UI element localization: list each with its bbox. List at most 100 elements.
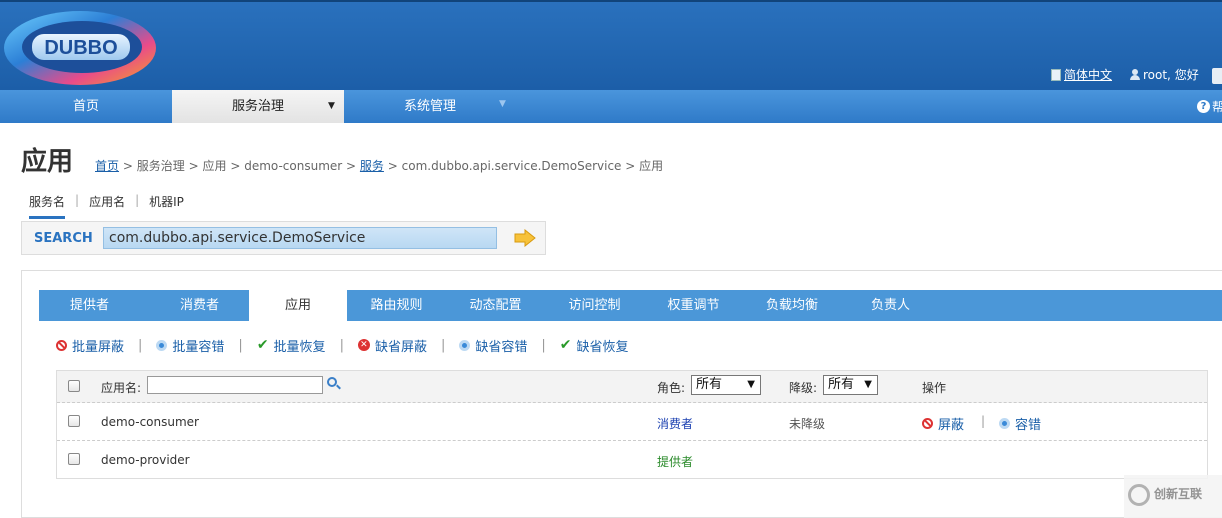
tab-routing-rules[interactable]: 路由规则	[347, 290, 446, 321]
action-label: 缺省容错	[475, 339, 528, 355]
breadcrumb-item: 应用	[639, 159, 664, 173]
service-tabs: 提供者 消费者 应用 路由规则 动态配置 访问控制 权重调节 负载均衡 负责人	[39, 290, 1222, 321]
nav-item-label: 服务治理	[231, 99, 284, 114]
tab-applications[interactable]: 应用	[249, 290, 347, 321]
caret-down-icon: ▼	[864, 379, 872, 390]
search-icon[interactable]	[327, 377, 337, 387]
select-all-checkbox[interactable]	[68, 380, 80, 392]
degrade-filter-value: 所有	[828, 377, 855, 392]
logout-icon[interactable]	[1212, 68, 1222, 84]
batch-shield-action[interactable]: 批量屏蔽	[56, 336, 124, 355]
search-type-tabs: 服务名 | 应用名 | 机器IP	[29, 193, 184, 219]
breadcrumb-item: com.dubbo.api.service.DemoService	[401, 159, 622, 173]
search-tab-service-name[interactable]: 服务名	[29, 193, 66, 219]
language-label[interactable]: 简体中文	[1064, 66, 1112, 83]
action-label: 批量屏蔽	[72, 339, 125, 355]
role-filter-select[interactable]: 所有 ▼	[691, 375, 761, 395]
role-cell: 消费者	[657, 417, 694, 431]
degrade-status-cell: 未降级	[789, 417, 826, 431]
page-title: 应用	[21, 147, 74, 177]
breadcrumb: 首页 > 服务治理 > 应用 > demo-consumer > 服务 > co…	[95, 157, 663, 174]
caret-down-icon: ▼	[747, 379, 755, 390]
nav-item-label: 首页	[72, 99, 99, 114]
nav-item-service-governance[interactable]: 服务治理 ▼	[172, 90, 344, 123]
ban-icon	[922, 418, 933, 429]
breadcrumb-item: 服务治理	[136, 159, 185, 173]
degrade-filter-select[interactable]: 所有 ▼	[823, 375, 878, 395]
help-icon: ?	[1197, 100, 1210, 113]
tab-separator: |	[75, 193, 80, 207]
gear-icon	[156, 339, 168, 351]
breadcrumb-separator: >	[387, 159, 398, 173]
action-separator: |	[339, 337, 344, 353]
degrade-filter-label: 降级:	[789, 381, 818, 395]
breadcrumb-service-link[interactable]: 服务	[360, 159, 384, 173]
search-box: SEARCH com.dubbo.api.service.DemoService	[21, 221, 546, 255]
row-checkbox[interactable]	[68, 453, 80, 465]
action-separator: |	[981, 414, 986, 428]
default-recover-action[interactable]: ✔ 缺省恢复	[560, 336, 629, 355]
app-name-cell: demo-consumer	[101, 415, 199, 429]
top-header: DUBBO 简体中文 root, 您好	[0, 0, 1222, 90]
row-tolerate-action[interactable]: 容错	[999, 414, 1041, 433]
action-label: 批量恢复	[273, 339, 326, 355]
operations-header: 操作	[922, 381, 947, 395]
main-nav: 首页 服务治理 ▼ 系统管理 ▼ ? 帮	[0, 90, 1222, 123]
default-shield-action[interactable]: ✕ 缺省屏蔽	[357, 336, 427, 355]
breadcrumb-separator: >	[346, 159, 357, 173]
user-greeting: root, 您好	[1143, 68, 1199, 82]
default-tolerate-action[interactable]: 缺省容错	[459, 336, 527, 355]
role-cell: 提供者	[657, 455, 694, 469]
action-separator: |	[238, 337, 243, 353]
app-name-filter-input[interactable]	[147, 376, 323, 394]
nav-item-label: 系统管理	[403, 99, 456, 114]
breadcrumb-home-link[interactable]: 首页	[95, 159, 119, 173]
caret-down-icon: ▼	[499, 99, 506, 109]
action-label: 缺省恢复	[576, 339, 629, 355]
nav-item-home[interactable]: 首页	[0, 90, 172, 123]
row-shield-action[interactable]: 屏蔽	[922, 414, 964, 433]
breadcrumb-item: demo-consumer	[244, 159, 343, 173]
row-checkbox[interactable]	[68, 415, 80, 427]
x-circle-icon: ✕	[357, 339, 370, 351]
action-label: 屏蔽	[938, 418, 965, 433]
tab-owners[interactable]: 负责人	[841, 290, 940, 321]
user-icon	[1130, 69, 1140, 80]
watermark-text: 创新互联	[1154, 487, 1203, 501]
action-label: 批量容错	[172, 339, 225, 355]
language-link[interactable]: 简体中文	[1051, 66, 1112, 83]
caret-down-icon: ▼	[328, 101, 335, 111]
search-input[interactable]: com.dubbo.api.service.DemoService	[103, 227, 497, 249]
tab-consumers[interactable]: 消费者	[150, 290, 249, 321]
tab-load-balance[interactable]: 负载均衡	[743, 290, 841, 321]
arrow-right-icon[interactable]	[514, 229, 536, 247]
breadcrumb-separator: >	[230, 159, 241, 173]
tab-providers[interactable]: 提供者	[39, 290, 140, 321]
user-info: root, 您好	[1130, 66, 1199, 83]
ban-icon	[56, 339, 67, 351]
app-name-filter-label: 应用名:	[101, 381, 142, 395]
tab-access-control[interactable]: 访问控制	[545, 290, 644, 321]
check-icon: ✔	[559, 337, 572, 353]
nav-item-system-admin[interactable]: 系统管理 ▼	[344, 90, 516, 123]
applications-table: 应用名: 角色: 所有 ▼ 降级: 所有 ▼ 操作 demo-consumer …	[56, 370, 1208, 479]
breadcrumb-separator: >	[122, 159, 133, 173]
tab-dynamic-config[interactable]: 动态配置	[446, 290, 545, 321]
action-separator: |	[440, 337, 446, 353]
table-row: demo-consumer 消费者 未降级 屏蔽 | 容错	[57, 403, 1207, 441]
help-label: 帮	[1212, 100, 1222, 114]
action-separator: |	[138, 337, 143, 353]
search-tab-machine-ip[interactable]: 机器IP	[149, 193, 184, 219]
batch-actions: 批量屏蔽 | 批量容错 | ✔ 批量恢复 | ✕ 缺省屏蔽 | 缺省容错 | ✔…	[56, 336, 629, 355]
breadcrumb-separator: >	[188, 159, 199, 173]
batch-recover-action[interactable]: ✔ 批量恢复	[257, 336, 326, 355]
table-header: 应用名: 角色: 所有 ▼ 降级: 所有 ▼ 操作	[57, 371, 1207, 403]
dubbo-logo[interactable]: DUBBO	[2, 8, 160, 88]
logo-text: DUBBO	[44, 37, 117, 59]
batch-tolerate-action[interactable]: 批量容错	[156, 336, 224, 355]
tab-weight-adjust[interactable]: 权重调节	[644, 290, 743, 321]
document-icon	[1051, 68, 1061, 81]
help-link[interactable]: ? 帮	[1197, 98, 1222, 115]
search-tab-app-name[interactable]: 应用名	[89, 193, 125, 219]
tab-separator: |	[135, 193, 140, 207]
